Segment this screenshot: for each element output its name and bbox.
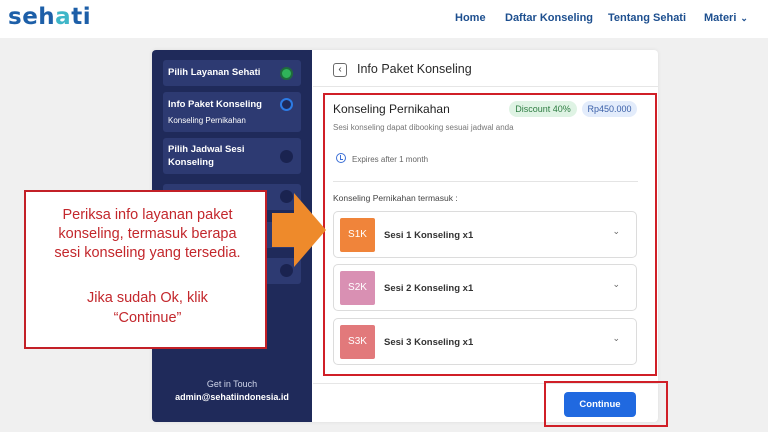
header-divider bbox=[313, 86, 658, 87]
callout-line: Jika sudah Ok, klik bbox=[87, 290, 208, 306]
step-title: Pilih Layanan Sehati bbox=[168, 67, 261, 78]
sehati-logo[interactable]: sehati bbox=[8, 4, 91, 30]
nav-home[interactable]: Home bbox=[455, 12, 486, 24]
callout-line: Periksa info layanan paket bbox=[62, 207, 233, 223]
callout-line: “Continue” bbox=[113, 310, 182, 326]
highlight-box-continue bbox=[544, 381, 668, 427]
step-pending-icon bbox=[280, 150, 293, 163]
highlight-box-content bbox=[323, 93, 657, 376]
logo-text-main: seh bbox=[8, 4, 56, 30]
nav-materi-label: Materi bbox=[704, 12, 737, 24]
instruction-callout: Periksa info layanan paket konseling, te… bbox=[24, 190, 267, 349]
step-title: Info Paket Konseling bbox=[168, 99, 262, 110]
logo-text-accent: a bbox=[55, 4, 72, 30]
step-title-line2: Konseling bbox=[168, 157, 214, 168]
step-active-icon bbox=[280, 98, 293, 111]
nav-daftar-konseling[interactable]: Daftar Konseling bbox=[505, 12, 593, 24]
chevron-left-icon: ‹ bbox=[338, 64, 342, 75]
step-title: Pilih Jadwal Sesi bbox=[168, 144, 245, 155]
callout-line: konseling, termasuk berapa bbox=[58, 226, 237, 242]
step-pilih-layanan[interactable]: Pilih Layanan Sehati bbox=[163, 60, 301, 86]
step-info-paket[interactable]: Info Paket Konseling Konseling Pernikaha… bbox=[163, 92, 301, 132]
step-pilih-jadwal[interactable]: Pilih Jadwal Sesi Konseling bbox=[163, 138, 301, 174]
step-subtitle: Konseling Pernikahan bbox=[168, 116, 246, 125]
get-in-touch-label: Get in Touch bbox=[206, 379, 258, 389]
nav-materi[interactable]: Materi ⌄ bbox=[704, 12, 748, 24]
page-title: Info Paket Konseling bbox=[357, 62, 472, 76]
logo-text-end: ti bbox=[71, 4, 92, 30]
contact-email[interactable]: admin@sehatiindonesia.id bbox=[152, 392, 312, 402]
chevron-down-icon: ⌄ bbox=[740, 13, 748, 23]
nav-tentang-sehati[interactable]: Tentang Sehati bbox=[608, 12, 686, 24]
pointer-arrow-icon bbox=[272, 193, 326, 267]
top-navbar: sehati Home Daftar Konseling Tentang Seh… bbox=[0, 0, 768, 38]
callout-line: sesi konseling yang tersedia. bbox=[54, 245, 241, 261]
back-button[interactable]: ‹ bbox=[333, 63, 347, 77]
step-done-icon bbox=[280, 67, 293, 80]
